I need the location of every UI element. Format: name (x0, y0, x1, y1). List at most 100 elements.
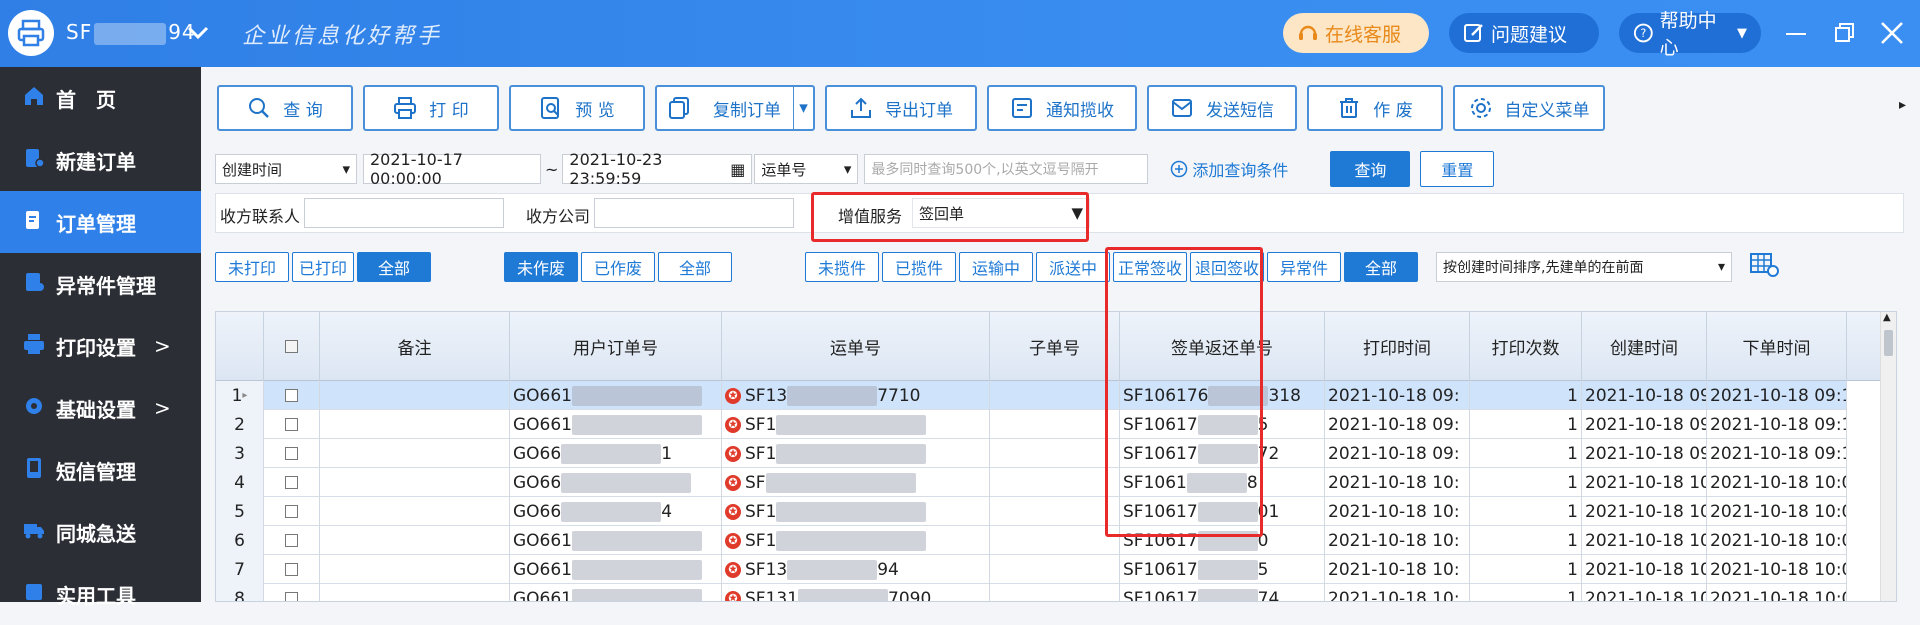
sidebar-item-6[interactable]: 短信管理 (0, 439, 201, 501)
row-select-cell[interactable] (264, 584, 320, 601)
table-row[interactable]: 8 GO661 ✪ SF131 7090 SF10617 74 2021-10-18 10: 1… (216, 584, 1847, 601)
search-submit-button[interactable]: 查询 (1330, 151, 1411, 187)
copy-dropdown-arrow[interactable]: ▾ (793, 87, 813, 129)
col-header-3[interactable]: 用户订单号 (510, 312, 722, 381)
col-header-8[interactable]: 打印次数 (1470, 312, 1582, 381)
select-all-checkbox[interactable] (285, 340, 298, 353)
table-row[interactable]: 5 GO66 4 ✪ SF1 SF10617 01 2021-10-18 10: 1 2021-1… (216, 497, 1847, 526)
add-condition-link[interactable]: 添加查询条件 (1170, 157, 1288, 181)
vertical-scrollbar[interactable]: ▲ (1880, 312, 1896, 601)
query-button[interactable]: 查 询 (217, 85, 353, 131)
row-checkbox[interactable] (285, 418, 298, 431)
row-checkbox[interactable] (285, 389, 298, 402)
ship-filter-1[interactable]: 已揽件 (882, 252, 956, 282)
ship-filter-2[interactable]: 运输中 (959, 252, 1033, 282)
row-checkbox[interactable] (285, 534, 298, 547)
row-checkbox[interactable] (285, 447, 298, 460)
void-filter-2[interactable]: 全部 (658, 252, 732, 282)
row-select-cell[interactable] (264, 381, 320, 410)
ship-filter-3[interactable]: 派送中 (1036, 252, 1110, 282)
send-sms-button[interactable]: 发送短信 (1147, 85, 1297, 131)
print-filter-0[interactable]: 未打印 (215, 252, 289, 282)
sidebar-item-2[interactable]: 订单管理 (0, 191, 201, 253)
row-select-cell[interactable] (264, 468, 320, 497)
sidebar-item-3[interactable]: 异常件管理 (0, 253, 201, 315)
copy-order-button[interactable]: 复制订单 ▾ (655, 85, 815, 131)
waybill-cell[interactable]: ✪ SF13 94 (722, 555, 990, 584)
waybill-cell[interactable]: ✪ SF13 7710 (722, 381, 990, 410)
number-type-select[interactable]: 运单号 ▾ (754, 154, 859, 184)
waybill-search-input[interactable]: 最多同时查询500个,以英文逗号隔开 (864, 154, 1149, 184)
reset-button[interactable]: 重置 (1420, 151, 1495, 187)
calendar-icon[interactable]: ▦ (730, 160, 745, 179)
sidebar-item-7[interactable]: 同城急送 (0, 501, 201, 563)
row-checkbox[interactable] (285, 592, 298, 601)
void-filter-0[interactable]: 未作废 (504, 252, 578, 282)
minimize-icon[interactable] (1781, 18, 1811, 48)
waybill-cell[interactable]: ✪ SF1 (722, 410, 990, 439)
help-center-button[interactable]: ? 帮助中心 ▼ (1619, 10, 1761, 59)
row-select-cell[interactable] (264, 497, 320, 526)
column-settings-icon[interactable] (1750, 252, 1780, 282)
time-type-select[interactable]: 创建时间 ▾ (215, 154, 357, 184)
sidebar-item-1[interactable]: 新建订单 (0, 129, 201, 191)
row-select-cell[interactable] (264, 526, 320, 555)
waybill-cell[interactable]: ✪ SF131 7090 (722, 584, 990, 601)
close-icon[interactable] (1877, 18, 1907, 48)
row-select-cell[interactable] (264, 439, 320, 468)
col-header-2[interactable]: 备注 (320, 312, 510, 381)
ship-filter-6[interactable]: 异常件 (1267, 252, 1341, 282)
end-time-input[interactable]: 2021-10-23 23:59:59 ▦ (562, 150, 753, 188)
print-filter-1[interactable]: 已打印 (292, 252, 354, 282)
row-checkbox[interactable] (285, 505, 298, 518)
void-button[interactable]: 作 废 (1307, 85, 1443, 131)
waybill-cell[interactable]: ✪ SF1 (722, 439, 990, 468)
col-header-7[interactable]: 打印时间 (1325, 312, 1470, 381)
print-time-cell: 2021-10-18 10: (1325, 555, 1470, 584)
col-header-10[interactable]: 下单时间 (1707, 312, 1847, 381)
contact-input[interactable] (304, 198, 504, 228)
preview-button[interactable]: 预 览 (509, 85, 645, 131)
remark-cell (320, 555, 510, 584)
notify-pickup-button[interactable]: 通知揽收 (987, 85, 1137, 131)
void-filter-1[interactable]: 已作废 (581, 252, 655, 282)
chevron-down-icon[interactable] (184, 18, 212, 50)
export-order-button[interactable]: 导出订单 (825, 85, 977, 131)
col-header-1[interactable] (264, 312, 320, 381)
top-bar: SF 94 企业信息化好帮手 在线客服 问题建议 ? 帮助中心 ▼ (0, 0, 1920, 67)
sidebar-item-5[interactable]: 基础设置 > (0, 377, 201, 439)
row-select-cell[interactable] (264, 555, 320, 584)
table-row[interactable]: 2 GO661 ✪ SF1 SF10617 5 2021-10-18 09: 1 2021-10… (216, 410, 1847, 439)
sidebar-item-0[interactable]: 首 页 (0, 67, 201, 129)
row-checkbox[interactable] (285, 563, 298, 576)
col-header-4[interactable]: 运单号 (722, 312, 990, 381)
waybill-cell[interactable]: ✪ SF (722, 468, 990, 497)
sidebar-item-4[interactable]: 打印设置 > (0, 315, 201, 377)
waybill-cell[interactable]: ✪ SF1 (722, 497, 990, 526)
custom-menu-button[interactable]: 自定义菜单 (1453, 85, 1605, 131)
table-row[interactable]: 6 GO661 ✪ SF1 SF10617 0 2021-10-18 10: 1 2021-10… (216, 526, 1847, 555)
suggestion-button[interactable]: 问题建议 (1449, 13, 1599, 53)
row-select-cell[interactable] (264, 410, 320, 439)
start-time-input[interactable]: 2021-10-17 00:00:00 (363, 150, 541, 188)
row-checkbox[interactable] (285, 476, 298, 489)
user-account[interactable]: SF 94 (66, 20, 196, 45)
col-header-9[interactable]: 创建时间 (1582, 312, 1707, 381)
sidebar-item-8[interactable]: 实用工具 (0, 563, 201, 625)
ship-filter-0[interactable]: 未揽件 (805, 252, 879, 282)
col-header-5[interactable]: 子单号 (990, 312, 1120, 381)
company-input[interactable] (594, 198, 794, 228)
table-row[interactable]: 3 GO66 1 ✪ SF1 SF10617 72 2021-10-18 09: 1 2021-1… (216, 439, 1847, 468)
table-row[interactable]: 1 ▸ GO661 ✪ SF13 7710 SF106176 318 2021-10-18 0… (216, 381, 1847, 410)
print-filter-2[interactable]: 全部 (357, 252, 431, 282)
online-service-button[interactable]: 在线客服 (1283, 13, 1429, 53)
sort-select[interactable]: 按创建时间排序,先建单的在前面 ▾ (1436, 252, 1732, 282)
table-row[interactable]: 7 GO661 ✪ SF13 94 SF10617 5 2021-10-18 10: 1 2021… (216, 555, 1847, 584)
waybill-cell[interactable]: ✪ SF1 (722, 526, 990, 555)
ship-filter-7[interactable]: 全部 (1344, 252, 1418, 282)
toolbar-more-arrow[interactable]: ▸ (1899, 97, 1906, 113)
print-button[interactable]: 打 印 (363, 85, 499, 131)
table-row[interactable]: 4 GO66 ✪ SF SF1061 8 2021-10-18 10: 1 2021-10-18… (216, 468, 1847, 497)
create-time-cell: 2021-10-18 10:0 (1582, 526, 1707, 555)
restore-icon[interactable] (1830, 18, 1860, 48)
